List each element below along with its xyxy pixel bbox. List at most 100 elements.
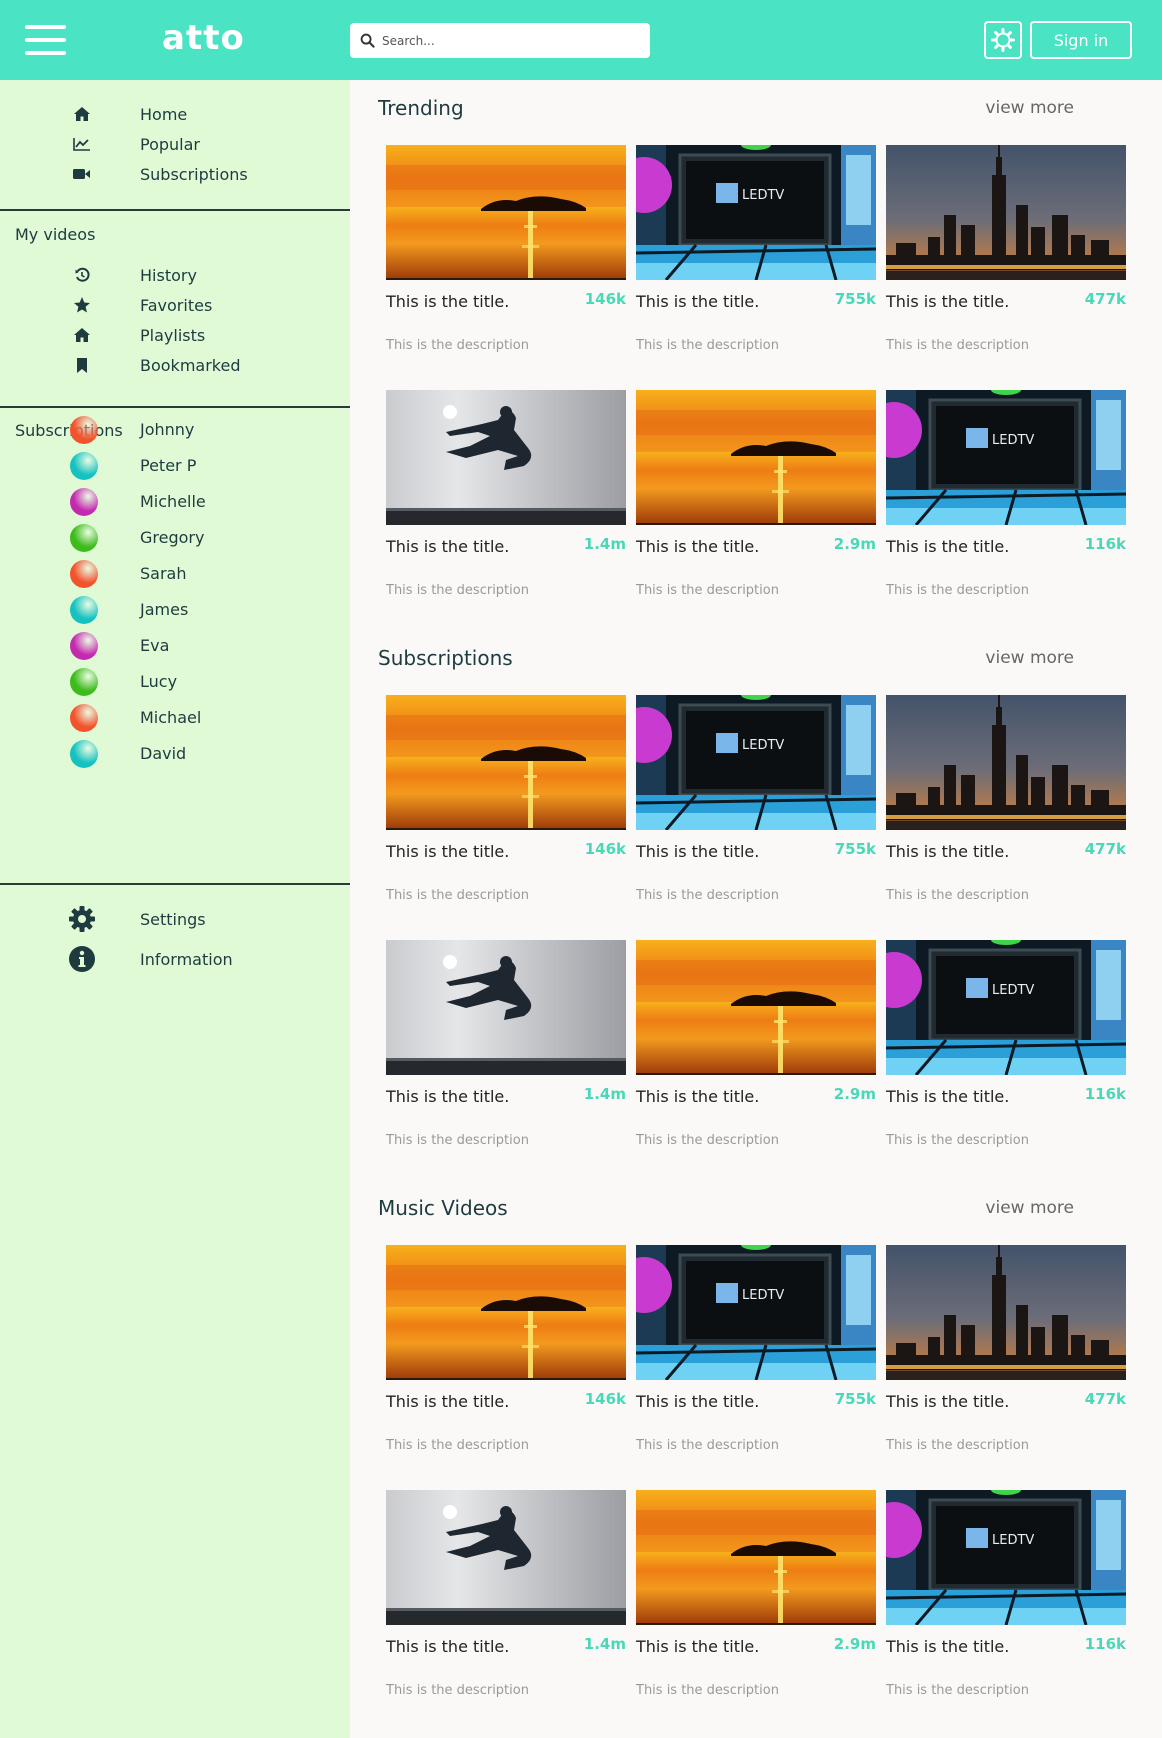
top-bar: atto Sign in xyxy=(0,0,1162,80)
video-thumbnail[interactable] xyxy=(386,1490,626,1625)
video-title[interactable]: This is the title. xyxy=(386,842,509,861)
video-thumbnail[interactable]: LEDTV xyxy=(886,1490,1126,1625)
hamburger-menu-icon[interactable] xyxy=(25,25,66,55)
search-box[interactable] xyxy=(350,23,650,58)
video-title[interactable]: This is the title. xyxy=(636,1087,759,1106)
video-title[interactable]: This is the title. xyxy=(386,1637,509,1656)
settings-button[interactable] xyxy=(984,21,1022,59)
video-thumbnail[interactable] xyxy=(636,390,876,525)
search-input[interactable] xyxy=(382,33,632,48)
video-title[interactable]: This is the title. xyxy=(386,537,509,556)
video-description: This is the description xyxy=(386,338,529,353)
sidebar-item-favorites[interactable]: Favorites xyxy=(0,291,350,319)
sidebar-item-home[interactable]: Home xyxy=(0,100,350,128)
section-title: Subscriptions xyxy=(378,646,513,670)
video-card[interactable]: LEDTV This is the title. 116k This is the … xyxy=(886,940,1126,1170)
avatar xyxy=(70,452,98,480)
video-title[interactable]: This is the title. xyxy=(886,1087,1009,1106)
video-card[interactable]: This is the title. 477k This is the descri… xyxy=(886,695,1126,925)
video-thumbnail[interactable] xyxy=(386,390,626,525)
video-card[interactable]: This is the title. 477k This is the descri… xyxy=(886,145,1126,375)
video-thumbnail[interactable] xyxy=(386,695,626,830)
video-thumbnail[interactable]: LEDTV xyxy=(886,390,1126,525)
video-thumbnail[interactable]: LEDTV xyxy=(636,1245,876,1380)
video-title[interactable]: This is the title. xyxy=(636,537,759,556)
sidebar-subscription-item[interactable]: Lucy xyxy=(0,664,350,700)
avatar xyxy=(70,560,98,588)
view-more-link[interactable]: view more xyxy=(985,98,1074,118)
video-title[interactable]: This is the title. xyxy=(636,1392,759,1411)
sidebar-subscription-item[interactable]: Eva xyxy=(0,628,350,664)
video-title[interactable]: This is the title. xyxy=(886,842,1009,861)
sidebar-item-information[interactable]: Information xyxy=(0,945,350,973)
video-card[interactable]: This is the title. 1.4m This is the descri… xyxy=(386,390,626,620)
video-card[interactable]: This is the title. 146k This is the descri… xyxy=(386,145,626,375)
video-thumbnail[interactable] xyxy=(636,1490,876,1625)
video-card[interactable]: LEDTV This is the title. 755k This is the … xyxy=(636,695,876,925)
video-card[interactable]: This is the title. 2.9m This is the descri… xyxy=(636,390,876,620)
video-card[interactable]: LEDTV This is the title. 116k This is the … xyxy=(886,1490,1126,1720)
video-title[interactable]: This is the title. xyxy=(386,1392,509,1411)
video-card[interactable]: This is the title. 2.9m This is the descri… xyxy=(636,940,876,1170)
video-card[interactable]: This is the title. 146k This is the descri… xyxy=(386,1245,626,1475)
video-title[interactable]: This is the title. xyxy=(386,292,509,311)
thumb-logo-text: LEDTV xyxy=(742,738,784,753)
video-title[interactable]: This is the title. xyxy=(636,1637,759,1656)
home-icon xyxy=(72,325,92,345)
video-title[interactable]: This is the title. xyxy=(886,292,1009,311)
app-logo[interactable]: atto xyxy=(162,18,245,58)
video-thumbnail[interactable] xyxy=(886,695,1126,830)
sidebar-item-label: Popular xyxy=(140,134,200,154)
section-title: Music Videos xyxy=(378,1196,508,1220)
video-card[interactable]: LEDTV This is the title. 755k This is the … xyxy=(636,145,876,375)
sidebar-subscription-item[interactable]: David xyxy=(0,736,350,772)
video-title[interactable]: This is the title. xyxy=(636,292,759,311)
sidebar-item-popular[interactable]: Popular xyxy=(0,130,350,158)
video-card[interactable]: LEDTV This is the title. 116k This is the … xyxy=(886,390,1126,620)
sidebar-subscription-item[interactable]: Michael xyxy=(0,700,350,736)
video-thumbnail[interactable]: LEDTV xyxy=(636,145,876,280)
sign-in-button[interactable]: Sign in xyxy=(1030,21,1132,59)
video-title[interactable]: This is the title. xyxy=(636,842,759,861)
view-more-link[interactable]: view more xyxy=(985,1198,1074,1218)
view-more-link[interactable]: view more xyxy=(985,648,1074,668)
sidebar-item-playlists[interactable]: Playlists xyxy=(0,321,350,349)
video-title[interactable]: This is the title. xyxy=(386,1087,509,1106)
video-title[interactable]: This is the title. xyxy=(886,537,1009,556)
video-thumbnail[interactable] xyxy=(636,940,876,1075)
sidebar-subscription-item[interactable]: Gregory xyxy=(0,520,350,556)
video-thumbnail[interactable] xyxy=(386,145,626,280)
video-card[interactable]: This is the title. 2.9m This is the descri… xyxy=(636,1490,876,1720)
sidebar-item-subscriptions[interactable]: Subscriptions xyxy=(0,160,350,188)
video-thumbnail[interactable] xyxy=(886,1245,1126,1380)
sidebar-item-settings[interactable]: Settings xyxy=(0,905,350,933)
sidebar-subscription-item[interactable]: Sarah xyxy=(0,556,350,592)
view-count: 116k xyxy=(1084,535,1126,553)
video-card[interactable]: This is the title. 477k This is the descri… xyxy=(886,1245,1126,1475)
video-card[interactable]: This is the title. 1.4m This is the descri… xyxy=(386,940,626,1170)
video-thumbnail[interactable] xyxy=(886,145,1126,280)
sidebar-subscription-item[interactable]: Peter P xyxy=(0,448,350,484)
video-description: This is the description xyxy=(636,1683,779,1698)
sidebar-item-label: Settings xyxy=(140,909,206,929)
video-card[interactable]: LEDTV This is the title. 755k This is the … xyxy=(636,1245,876,1475)
search-icon xyxy=(360,33,375,48)
view-count: 477k xyxy=(1084,1390,1126,1408)
video-camera-icon xyxy=(72,164,92,184)
video-card[interactable]: This is the title. 146k This is the descri… xyxy=(386,695,626,925)
sidebar-item-history[interactable]: History xyxy=(0,261,350,289)
sidebar-item-bookmarked[interactable]: Bookmarked xyxy=(0,351,350,379)
video-thumbnail[interactable] xyxy=(386,940,626,1075)
video-title[interactable]: This is the title. xyxy=(886,1392,1009,1411)
video-thumbnail[interactable]: LEDTV xyxy=(636,695,876,830)
video-thumbnail[interactable]: LEDTV xyxy=(886,940,1126,1075)
view-count: 1.4m xyxy=(583,535,626,553)
video-title[interactable]: This is the title. xyxy=(886,1637,1009,1656)
sidebar-subscription-item[interactable]: Johnny xyxy=(0,412,350,448)
video-card[interactable]: This is the title. 1.4m This is the descri… xyxy=(386,1490,626,1720)
sidebar-subscription-item[interactable]: James xyxy=(0,592,350,628)
video-description: This is the description xyxy=(886,583,1029,598)
sidebar-subscription-item[interactable]: Michelle xyxy=(0,484,350,520)
subscription-name: Michelle xyxy=(140,492,206,511)
video-thumbnail[interactable] xyxy=(386,1245,626,1380)
